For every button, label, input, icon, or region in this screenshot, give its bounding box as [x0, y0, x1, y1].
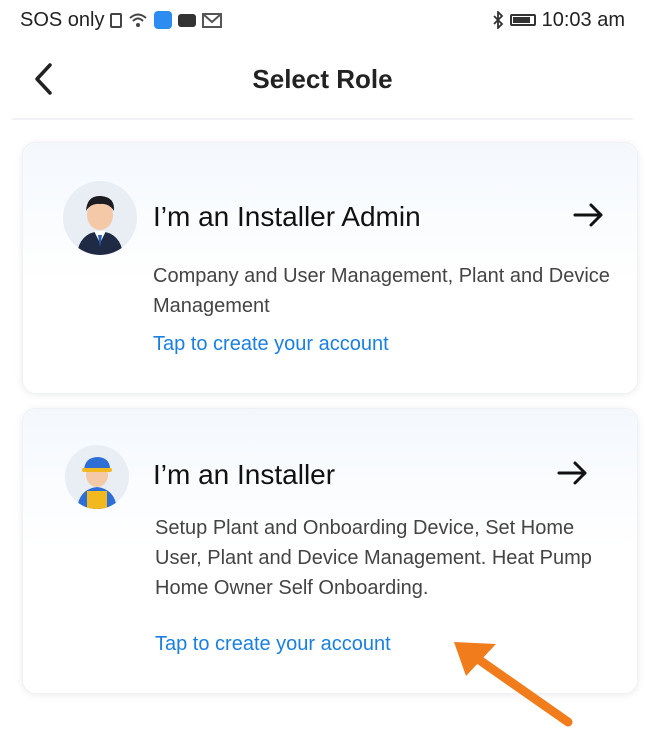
sim-icon — [110, 12, 123, 28]
app-icon — [154, 11, 173, 29]
status-right: 10:03 am — [492, 9, 625, 32]
wifi-icon — [129, 13, 148, 27]
role-description: Setup Plant and Onboarding Device, Set H… — [155, 517, 592, 599]
role-title: I’m an Installer — [153, 459, 336, 490]
youtube-icon — [178, 13, 197, 27]
battery-icon — [509, 14, 536, 26]
arrow-right-icon[interactable] — [555, 455, 591, 491]
installer-avatar-icon — [65, 445, 129, 509]
role-card-installer-admin[interactable]: I’m an Installer Admin Company and User … — [22, 142, 638, 394]
nav-divider — [12, 118, 633, 120]
nav-bar: Select Role — [0, 46, 645, 112]
carrier-label: SOS only — [20, 8, 105, 31]
status-left: SOS only — [20, 8, 223, 32]
arrow-right-icon[interactable] — [571, 197, 607, 233]
admin-avatar-icon — [63, 181, 137, 255]
role-title: I’m an Installer Admin — [153, 201, 421, 232]
gmail-icon — [202, 12, 223, 28]
bluetooth-icon — [492, 11, 503, 29]
role-description: Company and User Management, Plant and D… — [153, 265, 610, 317]
back-button[interactable] — [18, 54, 68, 104]
page-title: Select Role — [252, 63, 393, 94]
annotation-arrow-icon — [454, 642, 573, 727]
status-time: 10:03 am — [541, 8, 625, 31]
status-bar: SOS only 10:03 am — [0, 0, 645, 40]
create-account-link[interactable]: Tap to create your account — [155, 633, 391, 656]
create-account-link[interactable]: Tap to create your account — [153, 333, 389, 356]
chevron-left-icon — [35, 63, 52, 95]
